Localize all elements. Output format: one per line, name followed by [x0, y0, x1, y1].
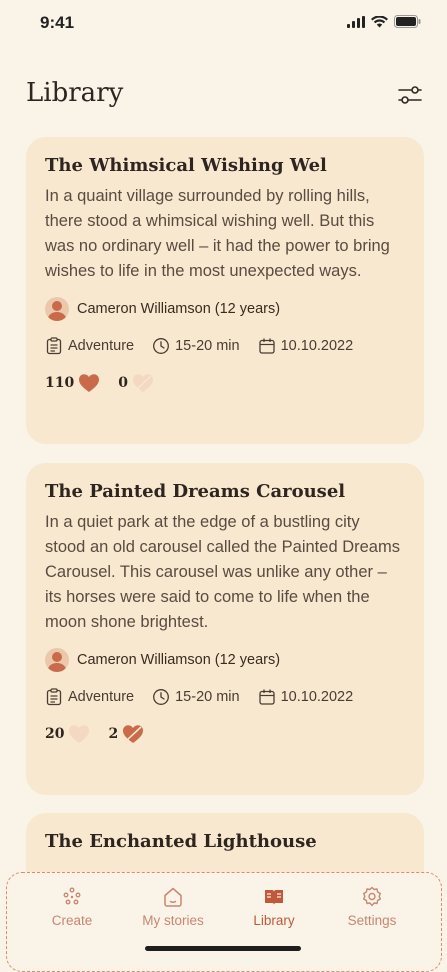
- tab-create-label: Create: [51, 913, 93, 928]
- like-button[interactable]: 20: [45, 724, 90, 744]
- header: Library: [26, 78, 423, 114]
- genre: Adventure: [45, 337, 134, 355]
- heart-outline-icon: [69, 725, 90, 743]
- tab-my-stories-label: My stories: [142, 913, 204, 928]
- clock-icon: [153, 689, 170, 705]
- duration-label: 15-20 min: [175, 338, 240, 354]
- broken-heart-icon: [123, 725, 144, 743]
- filter-sliders-icon: [398, 86, 422, 104]
- heart-filled-icon: [79, 374, 100, 392]
- like-count: 110: [45, 375, 75, 391]
- genre: Adventure: [45, 688, 134, 706]
- genre-label: Adventure: [68, 338, 135, 354]
- page-title: Library: [26, 78, 124, 108]
- author-row: Cameron Williamson (12 years): [45, 296, 404, 322]
- dislike-button[interactable]: 0: [118, 373, 154, 393]
- home-indicator: [145, 946, 301, 951]
- story-description: In a quiet park at the edge of a bustlin…: [45, 513, 400, 631]
- story-title: The Painted Dreams Carousel: [45, 481, 346, 502]
- status-icons: [347, 15, 421, 28]
- duration: 15-20 min: [152, 688, 240, 706]
- dislike-count: 0: [118, 375, 128, 391]
- date-label: 10.10.2022: [280, 338, 354, 354]
- filter-button[interactable]: [397, 82, 423, 108]
- dislike-count: 2: [108, 726, 119, 742]
- clock-icon: [153, 338, 170, 354]
- tab-settings[interactable]: Settings: [327, 885, 417, 928]
- status-time: 9:41: [40, 13, 75, 32]
- calendar-icon: [258, 338, 275, 354]
- tab-library[interactable]: Library: [229, 885, 319, 928]
- sparkle-dots-icon: [63, 887, 81, 905]
- story-card[interactable]: The Painted Dreams Carousel In a quiet p…: [26, 463, 424, 795]
- story-description: In a quaint village surrounded by rollin…: [45, 187, 390, 280]
- tab-library-label: Library: [253, 913, 295, 928]
- book-icon: [265, 890, 283, 905]
- author-name: Cameron Williamson (12 years): [77, 301, 281, 317]
- battery-icon: [394, 15, 421, 28]
- wifi-icon: [371, 15, 388, 27]
- like-button[interactable]: 110: [45, 373, 100, 393]
- broken-heart-icon: [132, 374, 153, 392]
- date-label: 10.10.2022: [280, 689, 354, 705]
- author-row: Cameron Williamson (12 years): [45, 647, 404, 673]
- status-bar: 9:41: [0, 0, 447, 48]
- date: 10.10.2022: [258, 337, 354, 355]
- meta-row: Adventure 15-20 min 10.10.2022: [45, 685, 404, 709]
- reaction-row: 20 2: [45, 723, 404, 745]
- tab-settings-label: Settings: [347, 913, 397, 928]
- avatar: [45, 648, 69, 672]
- meta-row: Adventure 15-20 min 10.10.2022: [45, 334, 404, 358]
- tab-bar: Create My stories Library Settings: [6, 872, 442, 972]
- like-count: 20: [45, 726, 65, 742]
- home-icon: [164, 887, 182, 907]
- reaction-row: 110 0: [45, 372, 404, 394]
- tab-create[interactable]: Create: [27, 885, 117, 928]
- calendar-icon: [258, 689, 275, 705]
- duration: 15-20 min: [152, 337, 240, 355]
- clipboard-icon: [46, 337, 62, 355]
- story-card[interactable]: The Whimsical Wishing Wel In a quaint vi…: [26, 137, 424, 444]
- date: 10.10.2022: [258, 688, 354, 706]
- author-name: Cameron Williamson (12 years): [77, 652, 281, 668]
- dislike-button[interactable]: 2: [108, 724, 144, 744]
- tab-my-stories[interactable]: My stories: [128, 885, 218, 928]
- gear-icon: [363, 886, 381, 907]
- clipboard-icon: [46, 688, 62, 706]
- avatar: [45, 297, 69, 321]
- signal-icon: [347, 15, 365, 28]
- genre-label: Adventure: [68, 689, 135, 705]
- story-title: The Enchanted Lighthouse: [45, 831, 317, 852]
- story-title: The Whimsical Wishing Wel: [45, 155, 327, 176]
- duration-label: 15-20 min: [175, 689, 240, 705]
